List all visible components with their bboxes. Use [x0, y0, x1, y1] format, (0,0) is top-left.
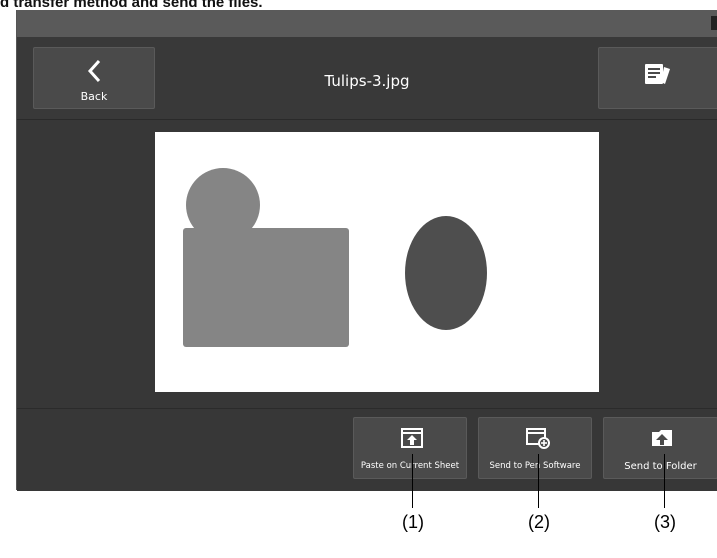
document-icon	[645, 64, 670, 84]
send-to-pen-software-button[interactable]: Send to Pen Software	[478, 417, 592, 479]
paste-sheet-icon	[401, 428, 423, 448]
folder-label: Send to Folder	[624, 461, 697, 472]
pen-software-icon	[526, 428, 550, 449]
callout-line-3	[664, 454, 665, 508]
header-bar: Back Tulips-3.jpg	[17, 37, 717, 120]
callout-line-2	[538, 454, 539, 508]
action-bar: Paste on Current Sheet Send to Pen Softw…	[17, 408, 717, 491]
pen-label: Send to Pen Software	[489, 461, 581, 471]
image-preview	[155, 132, 599, 392]
scrollbar-stub	[711, 16, 717, 30]
callout-2: (2)	[528, 512, 550, 532]
ellipse-shape	[405, 216, 487, 330]
paste-on-current-sheet-button[interactable]: Paste on Current Sheet	[353, 417, 467, 479]
send-to-folder-button[interactable]: Send to Folder	[603, 417, 717, 479]
tulips-image	[183, 168, 487, 347]
paste-label: Paste on Current Sheet	[360, 461, 460, 471]
top-strip	[17, 10, 717, 37]
app-window: Back Tulips-3.jpg Paste on Current Sheet…	[16, 10, 717, 491]
document-button[interactable]	[598, 47, 717, 109]
callout-1: (1)	[402, 512, 424, 532]
back-label: Back	[80, 90, 108, 103]
folder-upload-icon	[652, 430, 672, 446]
callout-line-1	[412, 454, 413, 508]
preview-area	[17, 120, 717, 408]
rectangle-shape	[183, 228, 349, 347]
callout-3: (3)	[654, 512, 676, 532]
